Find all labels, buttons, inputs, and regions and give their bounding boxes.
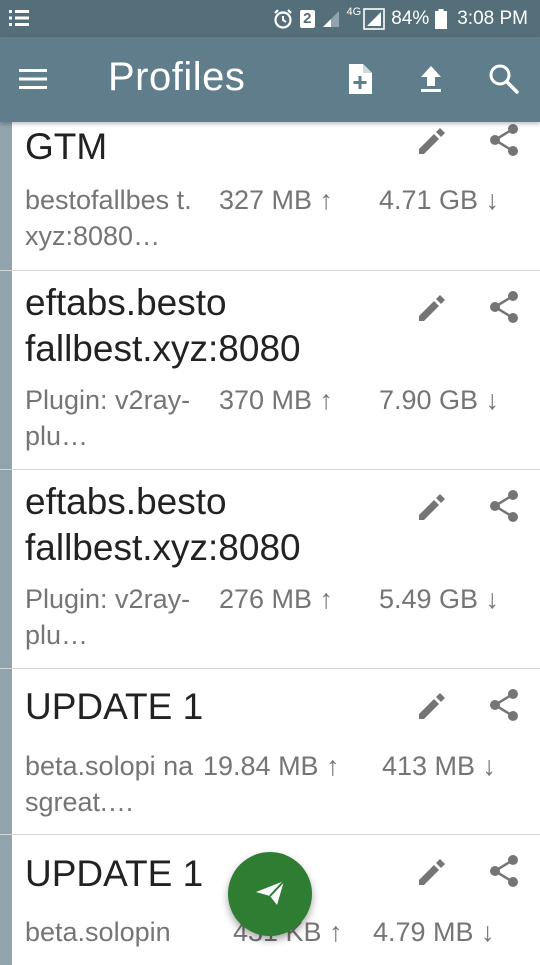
network-type: 4G [346, 6, 362, 18]
profile-name: UPDATE 1 [25, 686, 204, 727]
alarm-icon [272, 8, 294, 30]
edit-icon[interactable] [414, 291, 448, 325]
signal-icon-2 [363, 7, 386, 30]
signal-icon-1 [321, 9, 341, 29]
download-traffic: 5.49 GB ↓ [379, 584, 500, 614]
profile-name: eftabs.besto fallbest.xyz:8080 [25, 282, 301, 369]
card-accent [0, 470, 12, 668]
download-traffic: 4.71 GB ↓ [379, 185, 500, 215]
sim-badge: 2 [300, 9, 315, 28]
upload-traffic: 370 MB ↑ [219, 385, 334, 415]
share-icon[interactable] [486, 289, 522, 325]
search-icon[interactable] [486, 61, 522, 97]
edit-icon[interactable] [414, 124, 448, 158]
profile-host: beta.solopin [25, 917, 171, 947]
profile-card[interactable]: eftabs.besto fallbest.xyz:8080 Plugin: v… [0, 470, 540, 669]
card-accent [0, 102, 12, 270]
upload-traffic: 276 MB ↑ [219, 584, 334, 614]
share-icon[interactable] [486, 488, 522, 524]
send-icon [253, 875, 287, 914]
notification-list-icon [8, 8, 30, 28]
card-accent [0, 669, 12, 834]
card-accent [0, 271, 12, 469]
card-accent [0, 835, 12, 965]
upload-traffic: 327 MB ↑ [219, 185, 334, 215]
profile-host: Plugin: v2ray-plu… [25, 385, 191, 451]
edit-icon[interactable] [414, 689, 448, 723]
edit-icon[interactable] [414, 855, 448, 889]
profile-host: bestofallbes t.xyz:8080… [25, 185, 192, 251]
connect-fab[interactable] [228, 852, 312, 936]
menu-icon[interactable] [17, 64, 51, 94]
status-bar: 2 4G 84% 3:08 PM [0, 0, 540, 37]
share-icon[interactable] [486, 853, 522, 889]
clock: 3:08 PM [457, 7, 528, 29]
battery-icon [435, 8, 448, 29]
edit-icon[interactable] [414, 490, 448, 524]
share-icon[interactable] [486, 122, 522, 158]
battery-percent: 84% [391, 7, 430, 29]
share-icon[interactable] [486, 687, 522, 723]
profile-name: UPDATE 1 [25, 853, 204, 894]
upload-traffic: 19.84 MB ↑ [203, 751, 340, 781]
profile-card[interactable]: UPDATE 1 beta.solopi nasgreat.… 19.84 MB… [0, 669, 540, 835]
profile-name: eftabs.besto fallbest.xyz:8080 [25, 481, 301, 568]
upload-icon[interactable] [414, 61, 450, 97]
app-bar: Profiles [0, 37, 540, 122]
add-file-icon[interactable] [343, 61, 379, 97]
profile-card[interactable]: eftabs.besto fallbest.xyz:8080 Plugin: v… [0, 271, 540, 470]
profile-name: GTM [25, 126, 108, 167]
download-traffic: 4.79 MB ↓ [373, 917, 495, 947]
profile-card[interactable]: GTM bestofallbes t.xyz:8080… 327 MB ↑ 4.… [0, 102, 540, 271]
profile-host: beta.solopi nasgreat.… [25, 751, 194, 817]
download-traffic: 7.90 GB ↓ [379, 385, 500, 415]
download-traffic: 413 MB ↓ [382, 751, 497, 781]
page-title: Profiles [108, 55, 246, 99]
profile-host: Plugin: v2ray-plu… [25, 584, 191, 650]
